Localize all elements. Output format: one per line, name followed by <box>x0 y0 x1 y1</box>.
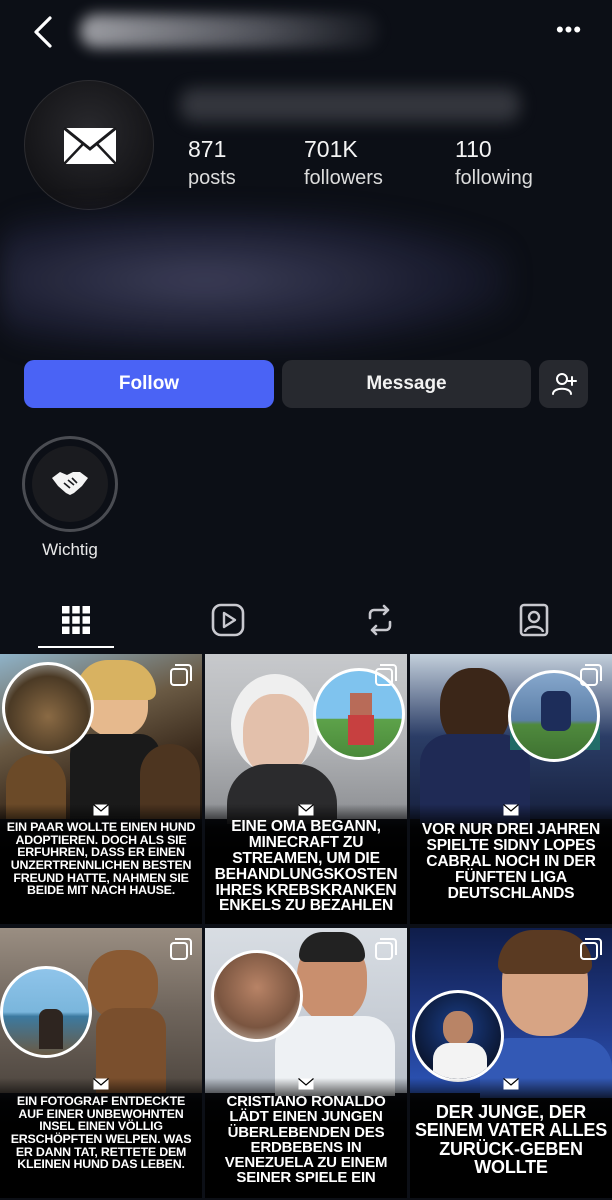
more-options-icon[interactable]: ••• <box>552 18 586 42</box>
post-inset-photo <box>412 990 504 1082</box>
profile-avatar[interactable] <box>24 80 154 210</box>
post-inset-photo <box>0 966 92 1058</box>
envelope-icon <box>503 804 519 816</box>
profile-bio-blurred <box>0 210 510 350</box>
posts-grid: Ein Paar wollte einen Hund adoptieren. D… <box>0 654 612 1200</box>
add-user-icon <box>551 373 577 395</box>
stat-posts-label: posts <box>188 167 236 189</box>
handshake-icon <box>52 472 88 495</box>
stat-posts-value: 871 <box>188 136 227 162</box>
stat-posts[interactable]: 871 posts <box>188 136 236 190</box>
post-tile[interactable]: Cristiano Ronaldo lädt einen jungen Über… <box>205 928 407 1198</box>
post-tile[interactable]: Der Junge, der seinem Vater alles zurück… <box>410 928 612 1198</box>
follow-button[interactable]: Follow <box>24 360 274 408</box>
multi-image-icon <box>170 938 192 960</box>
reels-tab-icon[interactable] <box>210 602 246 638</box>
envelope-icon <box>93 1078 109 1090</box>
profile-username-blurred <box>80 14 380 48</box>
stat-followers-label: followers <box>304 167 383 189</box>
back-arrow-icon[interactable] <box>30 12 58 52</box>
active-tab-indicator <box>38 646 114 648</box>
tagged-tab-icon[interactable] <box>516 602 552 638</box>
suggest-user-button[interactable] <box>539 360 588 408</box>
reposts-tab-icon[interactable] <box>362 602 398 638</box>
stat-followers[interactable]: 701K followers <box>304 136 383 190</box>
stat-following[interactable]: 110 following <box>455 136 533 190</box>
post-caption: Der Junge, der seinem Vater alles zurück… <box>414 1102 608 1178</box>
post-tile[interactable]: Ein Fotograf entdeckte auf einer unbewoh… <box>0 928 202 1198</box>
story-highlight-cover <box>32 446 108 522</box>
stat-following-label: following <box>455 167 533 189</box>
post-tile[interactable]: Eine Oma begann, Minecraft zu streamen, … <box>205 654 407 924</box>
envelope-icon <box>298 804 314 816</box>
top-bar: ••• <box>0 0 612 64</box>
post-caption: Ein Paar wollte einen Hund adoptieren. D… <box>6 820 196 898</box>
grid-tab-icon[interactable] <box>58 602 94 638</box>
envelope-icon <box>63 127 117 165</box>
envelope-icon <box>298 1078 314 1090</box>
story-highlight[interactable] <box>22 436 118 532</box>
stat-following-value: 110 <box>455 136 492 162</box>
post-tile[interactable]: Vor nur drei Jahren spielte Sidny Lopes … <box>410 654 612 924</box>
multi-image-icon <box>170 664 192 686</box>
post-caption: Vor nur drei Jahren spielte Sidny Lopes … <box>421 821 601 902</box>
multi-image-icon <box>375 664 397 686</box>
story-highlight-label: Wichtig <box>42 540 98 559</box>
stat-followers-value: 701K <box>304 136 358 162</box>
post-inset-photo <box>2 662 94 754</box>
multi-image-icon <box>580 664 602 686</box>
multi-image-icon <box>580 938 602 960</box>
multi-image-icon <box>375 938 397 960</box>
envelope-icon <box>503 1078 519 1090</box>
envelope-icon <box>93 804 109 816</box>
post-inset-photo <box>211 950 303 1042</box>
post-caption: Eine Oma begann, Minecraft zu streamen, … <box>214 818 398 915</box>
profile-name-blurred <box>180 88 520 122</box>
profile-tabs <box>0 590 612 652</box>
post-caption: Ein Fotograf entdeckte auf einer unbewoh… <box>10 1094 192 1172</box>
post-tile[interactable]: Ein Paar wollte einen Hund adoptieren. D… <box>0 654 202 924</box>
message-button[interactable]: Message <box>282 360 531 408</box>
post-caption: Cristiano Ronaldo lädt einen jungen Über… <box>224 1093 388 1187</box>
